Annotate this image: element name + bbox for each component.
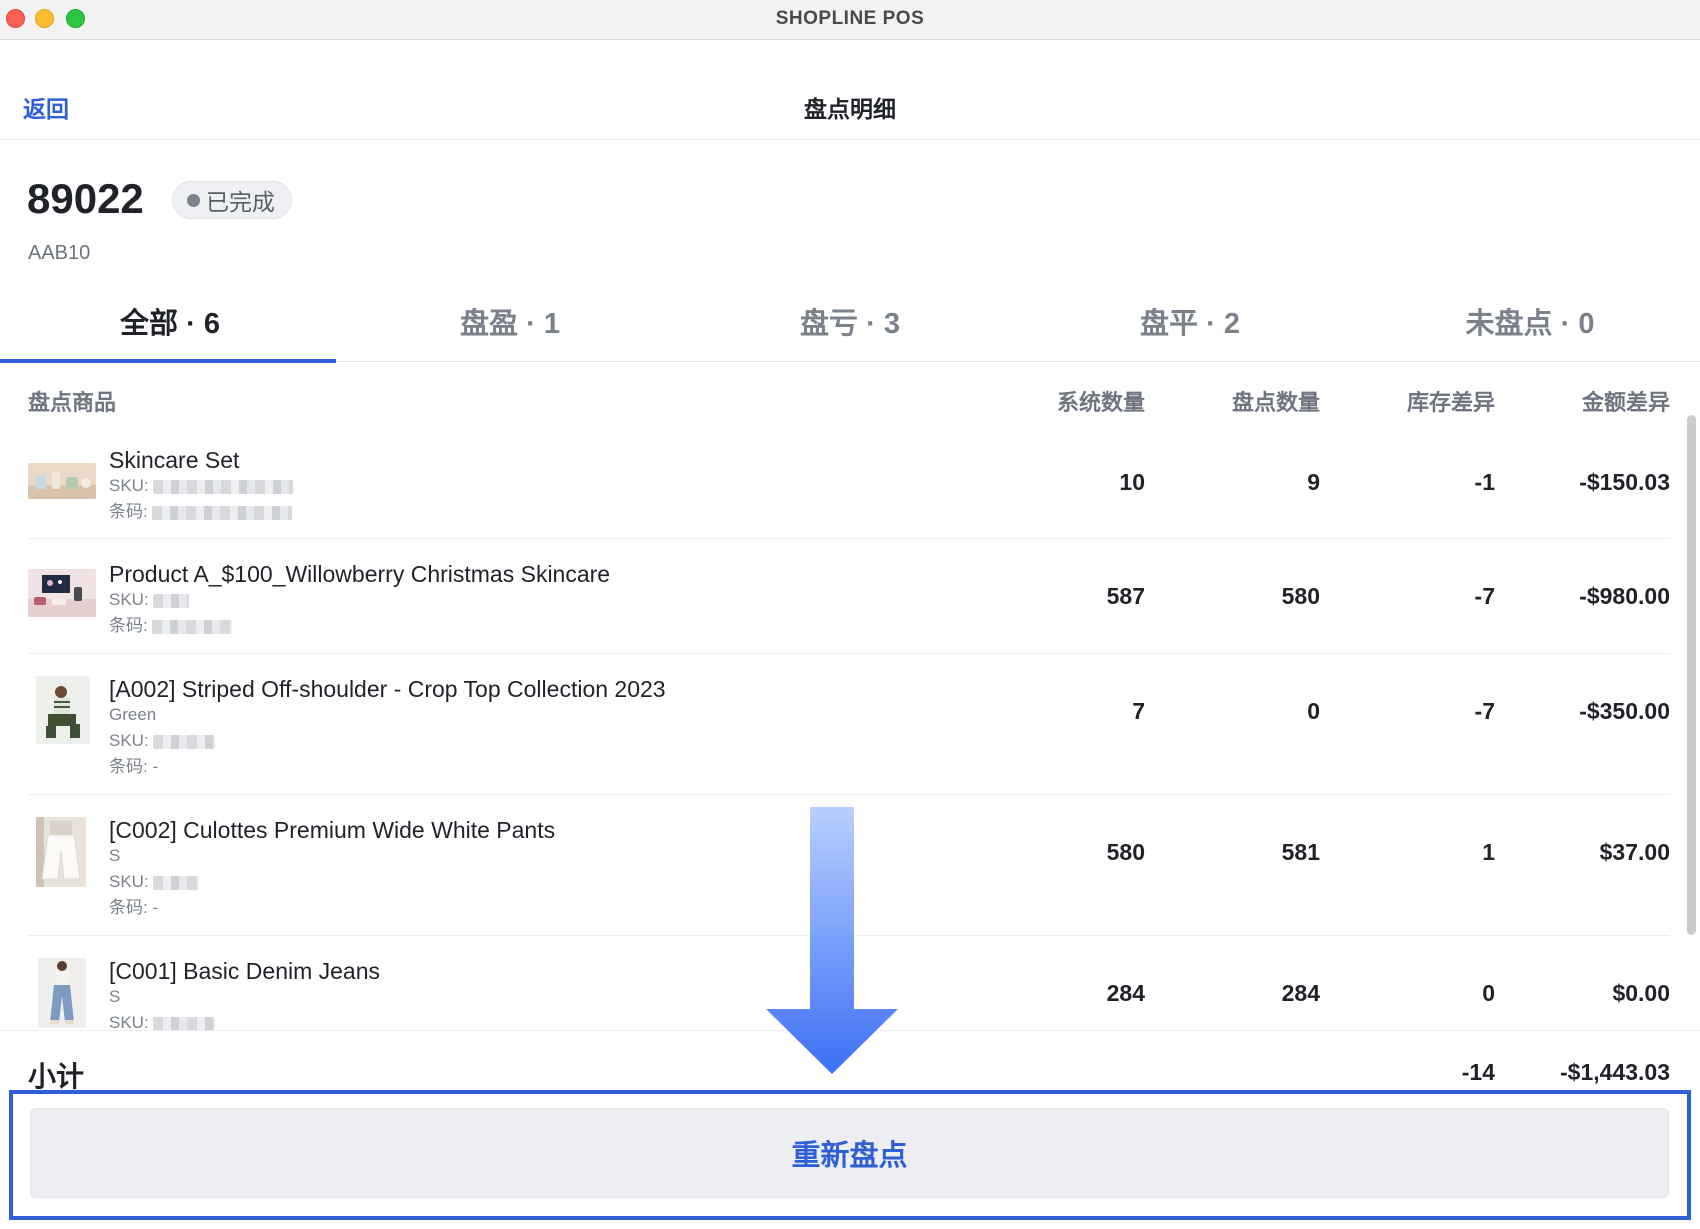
recount-button[interactable]: 重新盘点 [30, 1108, 1669, 1198]
sku-label: SKU: [109, 590, 149, 609]
product-name: Product A_$100_Willowberry Christmas Ski… [109, 561, 611, 587]
barcode-label: 条码: [109, 502, 148, 521]
product-variant: S [109, 846, 121, 865]
redacted-sku [152, 479, 293, 494]
column-header-product: 盘点商品 [28, 390, 117, 415]
product-variant: Green [109, 705, 157, 724]
product-thumbnail [36, 817, 86, 887]
column-header-stock-diff: 库存差异 [1406, 390, 1495, 415]
counted-qty: 9 [1307, 469, 1320, 495]
subtotal-stock-diff: -14 [1461, 1059, 1495, 1085]
tab-balanced[interactable]: 盘平 · 2 [1020, 280, 1360, 362]
tab-uncounted[interactable]: 未盘点 · 0 [1360, 280, 1700, 362]
product-thumbnail [38, 958, 86, 1028]
stock-diff: -7 [1474, 698, 1495, 724]
subtotal-label: 小计 [28, 1061, 85, 1092]
counted-qty: 581 [1281, 839, 1320, 865]
barcode-label: 条码: [109, 898, 148, 917]
amount-diff: -$150.03 [1579, 469, 1670, 495]
order-number: 89022 [27, 175, 144, 222]
product-sku: SKU: [109, 731, 215, 751]
product-thumbnail [36, 676, 90, 744]
product-variant: S [109, 987, 121, 1006]
window-title: SHOPLINE POS [775, 8, 925, 29]
down-arrow-icon [766, 807, 898, 1074]
sku-label: SKU: [109, 872, 149, 891]
sku-label: SKU: [109, 731, 149, 750]
system-qty: 587 [1106, 583, 1145, 609]
counted-qty: 284 [1281, 980, 1320, 1006]
redacted-barcode [151, 505, 292, 520]
amount-diff: $37.00 [1599, 839, 1670, 865]
tab-surplus[interactable]: 盘盈 · 1 [340, 280, 680, 362]
product-name: Skincare Set [109, 447, 240, 473]
product-thumbnail [28, 463, 96, 499]
redacted-sku [152, 1016, 215, 1030]
system-qty: 284 [1106, 980, 1145, 1006]
redacted-sku [152, 593, 189, 608]
product-barcode: 条码: [109, 611, 232, 636]
tab-shortage[interactable]: 盘亏 · 3 [680, 280, 1020, 362]
product-barcode: 条码: - [109, 752, 158, 777]
table-row[interactable]: Skincare Set SKU: 条码: 10 9 -1 -$150.03 [28, 425, 1670, 539]
table-row[interactable]: [A002] Striped Off-shoulder - Crop Top C… [28, 654, 1670, 795]
product-barcode: 条码: [109, 497, 292, 522]
table-header: 盘点商品 系统数量 盘点数量 库存差异 金额差异 [0, 380, 1700, 420]
status-dot-icon [187, 193, 200, 207]
product-name: [A002] Striped Off-shoulder - Crop Top C… [109, 676, 666, 702]
status-label: 已完成 [206, 189, 275, 215]
stock-diff: -7 [1474, 583, 1495, 609]
page-title: 盘点明细 [804, 96, 896, 122]
barcode-value: - [152, 757, 159, 776]
barcode-value: - [152, 898, 159, 917]
amount-diff: -$350.00 [1579, 698, 1670, 724]
counted-qty: 0 [1307, 698, 1320, 724]
store-code: AAB10 [28, 242, 91, 264]
redacted-sku [152, 734, 215, 749]
system-qty: 10 [1119, 469, 1145, 495]
status-badge: 已完成 [172, 181, 292, 219]
amount-diff: -$980.00 [1579, 583, 1670, 609]
product-name: [C001] Basic Denim Jeans [109, 958, 381, 984]
redacted-sku [152, 875, 199, 890]
table-row[interactable]: Product A_$100_Willowberry Christmas Ski… [28, 539, 1670, 654]
vertical-scrollbar[interactable] [1687, 415, 1696, 935]
column-header-amount-diff: 金额差异 [1581, 390, 1670, 415]
product-sku: SKU: [109, 476, 293, 496]
filter-tabs: 全部 · 6 盘盈 · 1 盘亏 · 3 盘平 · 2 未盘点 · 0 [0, 280, 1700, 363]
stock-diff: 0 [1482, 980, 1495, 1006]
stock-diff: 1 [1482, 839, 1495, 865]
subtotal-amount-diff: -$1,443.03 [1560, 1059, 1670, 1085]
redacted-barcode [151, 619, 232, 634]
window-titlebar: SHOPLINE POS [0, 0, 1700, 40]
stock-diff: -1 [1474, 469, 1495, 495]
system-qty: 7 [1132, 698, 1145, 724]
system-qty: 580 [1106, 839, 1145, 865]
sku-label: SKU: [109, 476, 149, 495]
product-sku: SKU: [109, 590, 189, 610]
column-header-counted-qty: 盘点数量 [1231, 390, 1320, 415]
navigation-bar: 返回 盘点明细 [0, 40, 1700, 140]
tab-all[interactable]: 全部 · 6 [0, 280, 340, 363]
product-sku: SKU: [109, 1013, 215, 1030]
product-thumbnail [28, 569, 96, 617]
product-barcode: 条码: - [109, 893, 158, 918]
column-header-system-qty: 系统数量 [1056, 390, 1145, 415]
counted-qty: 580 [1281, 583, 1320, 609]
barcode-label: 条码: [109, 757, 148, 776]
barcode-label: 条码: [109, 616, 148, 635]
product-sku: SKU: [109, 872, 199, 892]
amount-diff: $0.00 [1612, 980, 1670, 1006]
product-name: [C002] Culottes Premium Wide White Pants [109, 817, 556, 843]
sku-label: SKU: [109, 1013, 149, 1030]
